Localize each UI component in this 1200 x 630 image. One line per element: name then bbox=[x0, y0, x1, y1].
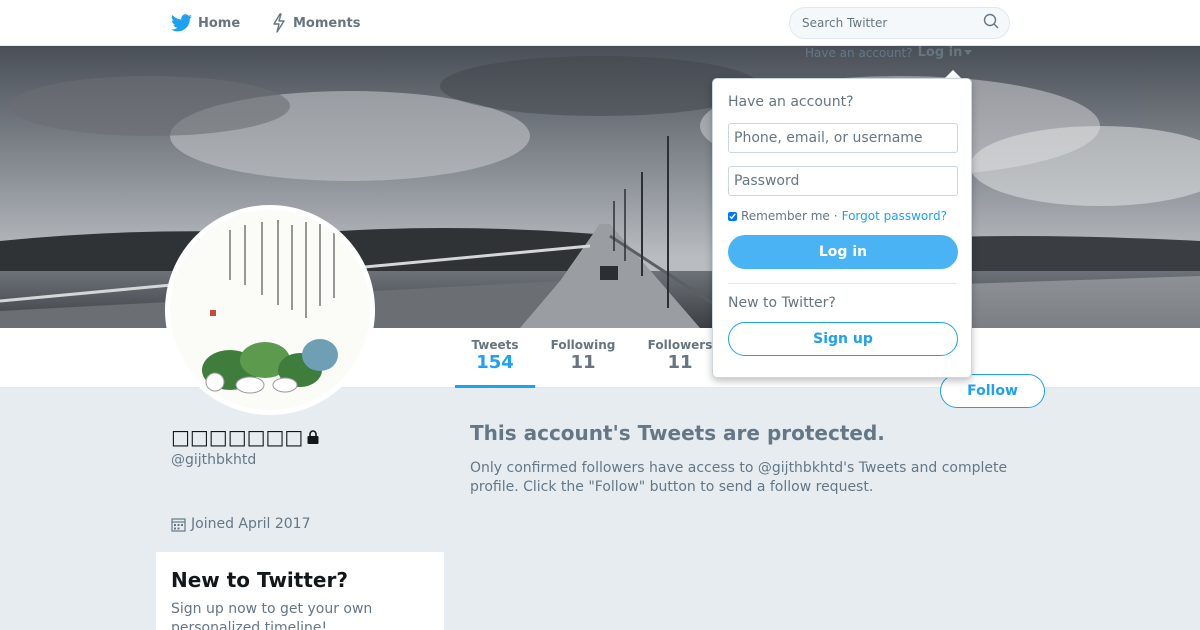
protected-title: This account's Tweets are protected. bbox=[470, 421, 885, 445]
search-icon[interactable] bbox=[983, 13, 999, 33]
profile-name: □□□□□□□ bbox=[171, 425, 321, 449]
follow-button[interactable]: Follow bbox=[940, 374, 1045, 408]
stat-label: Followers bbox=[647, 338, 713, 352]
search-box bbox=[789, 7, 1010, 39]
remember-checkbox[interactable] bbox=[728, 211, 737, 221]
avatar bbox=[165, 205, 375, 415]
login-heading: Have an account? bbox=[728, 94, 854, 110]
profile-name-text: □□□□□□□ bbox=[171, 425, 304, 449]
joined-date: Joined April 2017 bbox=[171, 516, 311, 532]
stat-followers[interactable]: Followers 11 bbox=[640, 338, 720, 388]
nav-moments[interactable]: Moments bbox=[271, 0, 360, 46]
profile-handle[interactable]: @gijthbkhtd bbox=[171, 452, 256, 468]
separator-dot: · bbox=[833, 209, 838, 223]
protected-message: This account's Tweets are protected. Onl… bbox=[470, 421, 1030, 497]
joined-text: Joined April 2017 bbox=[191, 516, 311, 532]
login-prompt-text: Have an account? bbox=[805, 45, 913, 60]
login-dropdown: Have an account? Remember me · Forgot pa… bbox=[712, 78, 972, 378]
stat-tweets[interactable]: Tweets 154 bbox=[455, 338, 535, 388]
login-button[interactable]: Log in bbox=[728, 235, 958, 269]
login-toggle-label: Log in bbox=[917, 45, 963, 60]
nav-home-label: Home bbox=[198, 15, 241, 31]
stat-value: 154 bbox=[476, 352, 514, 373]
new-to-twitter-heading: New to Twitter? bbox=[728, 295, 836, 311]
nav-moments-label: Moments bbox=[293, 15, 361, 31]
calendar-icon bbox=[171, 517, 186, 532]
signup-button[interactable]: Sign up bbox=[728, 322, 958, 356]
signup-promo: New to Twitter? Sign up now to get your … bbox=[156, 552, 444, 630]
stat-value: 11 bbox=[667, 352, 693, 373]
stat-following[interactable]: Following 11 bbox=[543, 338, 623, 388]
lock-icon bbox=[305, 429, 321, 445]
search-input[interactable] bbox=[802, 16, 983, 30]
signup-promo-body: Sign up now to get your own personalized… bbox=[171, 601, 373, 630]
lightning-icon bbox=[271, 13, 287, 33]
divider bbox=[728, 283, 956, 284]
username-field[interactable] bbox=[728, 123, 958, 153]
stat-label: Following bbox=[550, 338, 616, 352]
password-field[interactable] bbox=[728, 166, 958, 196]
remember-row: Remember me · Forgot password? bbox=[728, 209, 956, 223]
nav-home[interactable]: Home bbox=[171, 0, 240, 46]
signup-promo-title: New to Twitter? bbox=[171, 568, 348, 592]
caret-down-icon bbox=[964, 50, 973, 55]
protected-body: Only confirmed followers have access to … bbox=[470, 460, 1008, 495]
login-prompt: Have an account? Log in bbox=[805, 45, 973, 60]
twitter-bird-icon bbox=[171, 14, 192, 32]
forgot-password-link[interactable]: Forgot password? bbox=[842, 209, 947, 223]
stat-label: Tweets bbox=[471, 338, 519, 352]
remember-label: Remember me bbox=[741, 209, 830, 223]
top-bar: Home Moments bbox=[0, 0, 1200, 46]
login-toggle[interactable]: Log in bbox=[918, 45, 973, 60]
stat-value: 11 bbox=[570, 352, 596, 373]
